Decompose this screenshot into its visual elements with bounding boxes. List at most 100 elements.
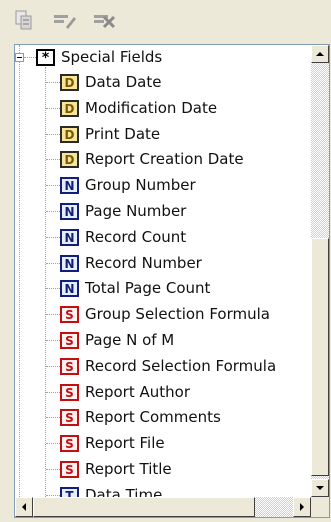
number-field-icon: N <box>60 203 79 220</box>
string-field-icon: S <box>60 306 79 323</box>
tree-item[interactable]: S Report Title <box>15 457 311 482</box>
number-field-icon: N <box>60 280 79 297</box>
tree-connector <box>46 469 60 470</box>
toolbar <box>0 0 331 40</box>
field-icon-glyph: S <box>65 385 74 400</box>
tree-connector <box>46 82 60 83</box>
tree-connector <box>46 211 60 212</box>
tree-item[interactable]: S Record Selection Formula <box>15 354 311 379</box>
tree-item[interactable]: D Report Creation Date <box>15 147 311 172</box>
tree-connector <box>46 392 60 393</box>
tree-item[interactable]: D Data Date <box>15 70 311 95</box>
tree-connector <box>46 417 60 418</box>
field-icon-glyph: S <box>65 410 74 425</box>
vertical-scrollbar[interactable] <box>311 45 329 497</box>
tree-item[interactable]: T Data Time <box>15 483 311 497</box>
horizontal-scroll-thumb[interactable] <box>33 497 255 517</box>
field-icon-glyph: N <box>64 178 75 193</box>
tree-item[interactable]: S Page N of M <box>15 328 311 353</box>
delete-field-button[interactable] <box>90 6 118 34</box>
tree-item[interactable]: D Print Date <box>15 122 311 147</box>
scroll-down-arrow-icon <box>316 486 324 490</box>
date-field-icon: D <box>60 126 79 143</box>
tree-item-label: Record Selection Formula <box>85 357 277 375</box>
scroll-left-button[interactable] <box>15 497 33 517</box>
date-field-icon: D <box>60 100 79 117</box>
tree-connector <box>46 340 60 341</box>
tree-item-label: Report File <box>85 434 165 452</box>
field-icon-glyph: N <box>64 204 75 219</box>
time-field-icon: T <box>60 487 79 497</box>
tree-connector <box>46 159 60 160</box>
tree-connector <box>46 443 60 444</box>
tree-item[interactable]: N Record Count <box>15 225 311 250</box>
vertical-scroll-thumb[interactable] <box>311 238 329 476</box>
tree-connector <box>46 237 60 238</box>
tree-item[interactable]: S Report Comments <box>15 405 311 430</box>
tree-item-label: Record Count <box>85 228 187 246</box>
number-field-icon: N <box>60 255 79 272</box>
tree-item[interactable]: N Page Number <box>15 199 311 224</box>
insert-field-button[interactable] <box>10 6 38 34</box>
edit-field-icon <box>54 15 76 29</box>
tree-connector <box>46 366 60 367</box>
tree-item-label: Modification Date <box>85 99 218 117</box>
tree-item-label: Data Time <box>85 486 163 497</box>
date-field-icon: D <box>60 74 79 91</box>
field-icon-glyph: S <box>65 436 74 451</box>
tree-item-label: Page N of M <box>85 331 175 349</box>
string-field-icon: S <box>60 409 79 426</box>
tree-item[interactable]: S Group Selection Formula <box>15 302 311 327</box>
tree-connector <box>46 134 60 135</box>
tree-root-label: Special Fields <box>61 48 163 66</box>
field-icon-glyph: T <box>65 488 74 498</box>
insert-field-icon <box>15 10 32 30</box>
field-tree[interactable]: * Special Fields D Data Date D Modification… <box>15 45 311 497</box>
field-icon-glyph: S <box>65 333 74 348</box>
field-icon-glyph: S <box>65 307 74 322</box>
tree-root-special-fields[interactable]: * Special Fields <box>15 45 311 70</box>
scrollbar-corner <box>311 497 329 517</box>
horizontal-scrollbar[interactable] <box>15 497 311 517</box>
tree-item[interactable]: D Modification Date <box>15 96 311 121</box>
tree-item-label: Group Selection Formula <box>85 305 270 323</box>
field-icon-glyph: D <box>64 152 75 167</box>
tree-connector <box>24 57 36 58</box>
tree-item-label: Report Creation Date <box>85 150 244 168</box>
string-field-icon: S <box>60 384 79 401</box>
collapse-toggle-icon[interactable] <box>15 53 24 62</box>
scroll-right-button[interactable] <box>293 497 311 517</box>
special-fields-icon: * <box>36 49 55 66</box>
scroll-left-arrow-icon <box>22 503 26 511</box>
special-fields-icon-glyph: * <box>41 49 50 66</box>
number-field-icon: N <box>60 177 79 194</box>
tree-item-label: Report Title <box>85 460 172 478</box>
string-field-icon: S <box>60 332 79 349</box>
tree-item[interactable]: S Report Author <box>15 380 311 405</box>
tree-item[interactable]: S Report File <box>15 431 311 456</box>
tree-connector <box>46 108 60 109</box>
string-field-icon: S <box>60 358 79 375</box>
field-icon-glyph: D <box>64 75 75 90</box>
edit-field-button[interactable] <box>50 6 78 34</box>
tree-item[interactable]: N Total Page Count <box>15 276 311 301</box>
tree-connector <box>46 263 60 264</box>
scroll-up-button[interactable] <box>311 45 329 63</box>
scroll-down-button[interactable] <box>311 479 329 497</box>
field-icon-glyph: S <box>65 462 74 477</box>
tree-connector <box>46 185 60 186</box>
tree-item-label: Report Author <box>85 383 190 401</box>
date-field-icon: D <box>60 151 79 168</box>
tree-item-label: Record Number <box>85 254 202 272</box>
field-icon-glyph: N <box>64 230 75 245</box>
field-icon-glyph: S <box>65 359 74 374</box>
scroll-right-arrow-icon <box>300 503 304 511</box>
tree-item[interactable]: N Record Number <box>15 251 311 276</box>
tree-connector <box>46 314 60 315</box>
field-icon-glyph: D <box>64 127 75 142</box>
tree-item-label: Page Number <box>85 202 187 220</box>
tree-item-label: Data Date <box>85 73 162 91</box>
string-field-icon: S <box>60 435 79 452</box>
tree-item[interactable]: N Group Number <box>15 173 311 198</box>
tree-connector <box>46 495 60 496</box>
